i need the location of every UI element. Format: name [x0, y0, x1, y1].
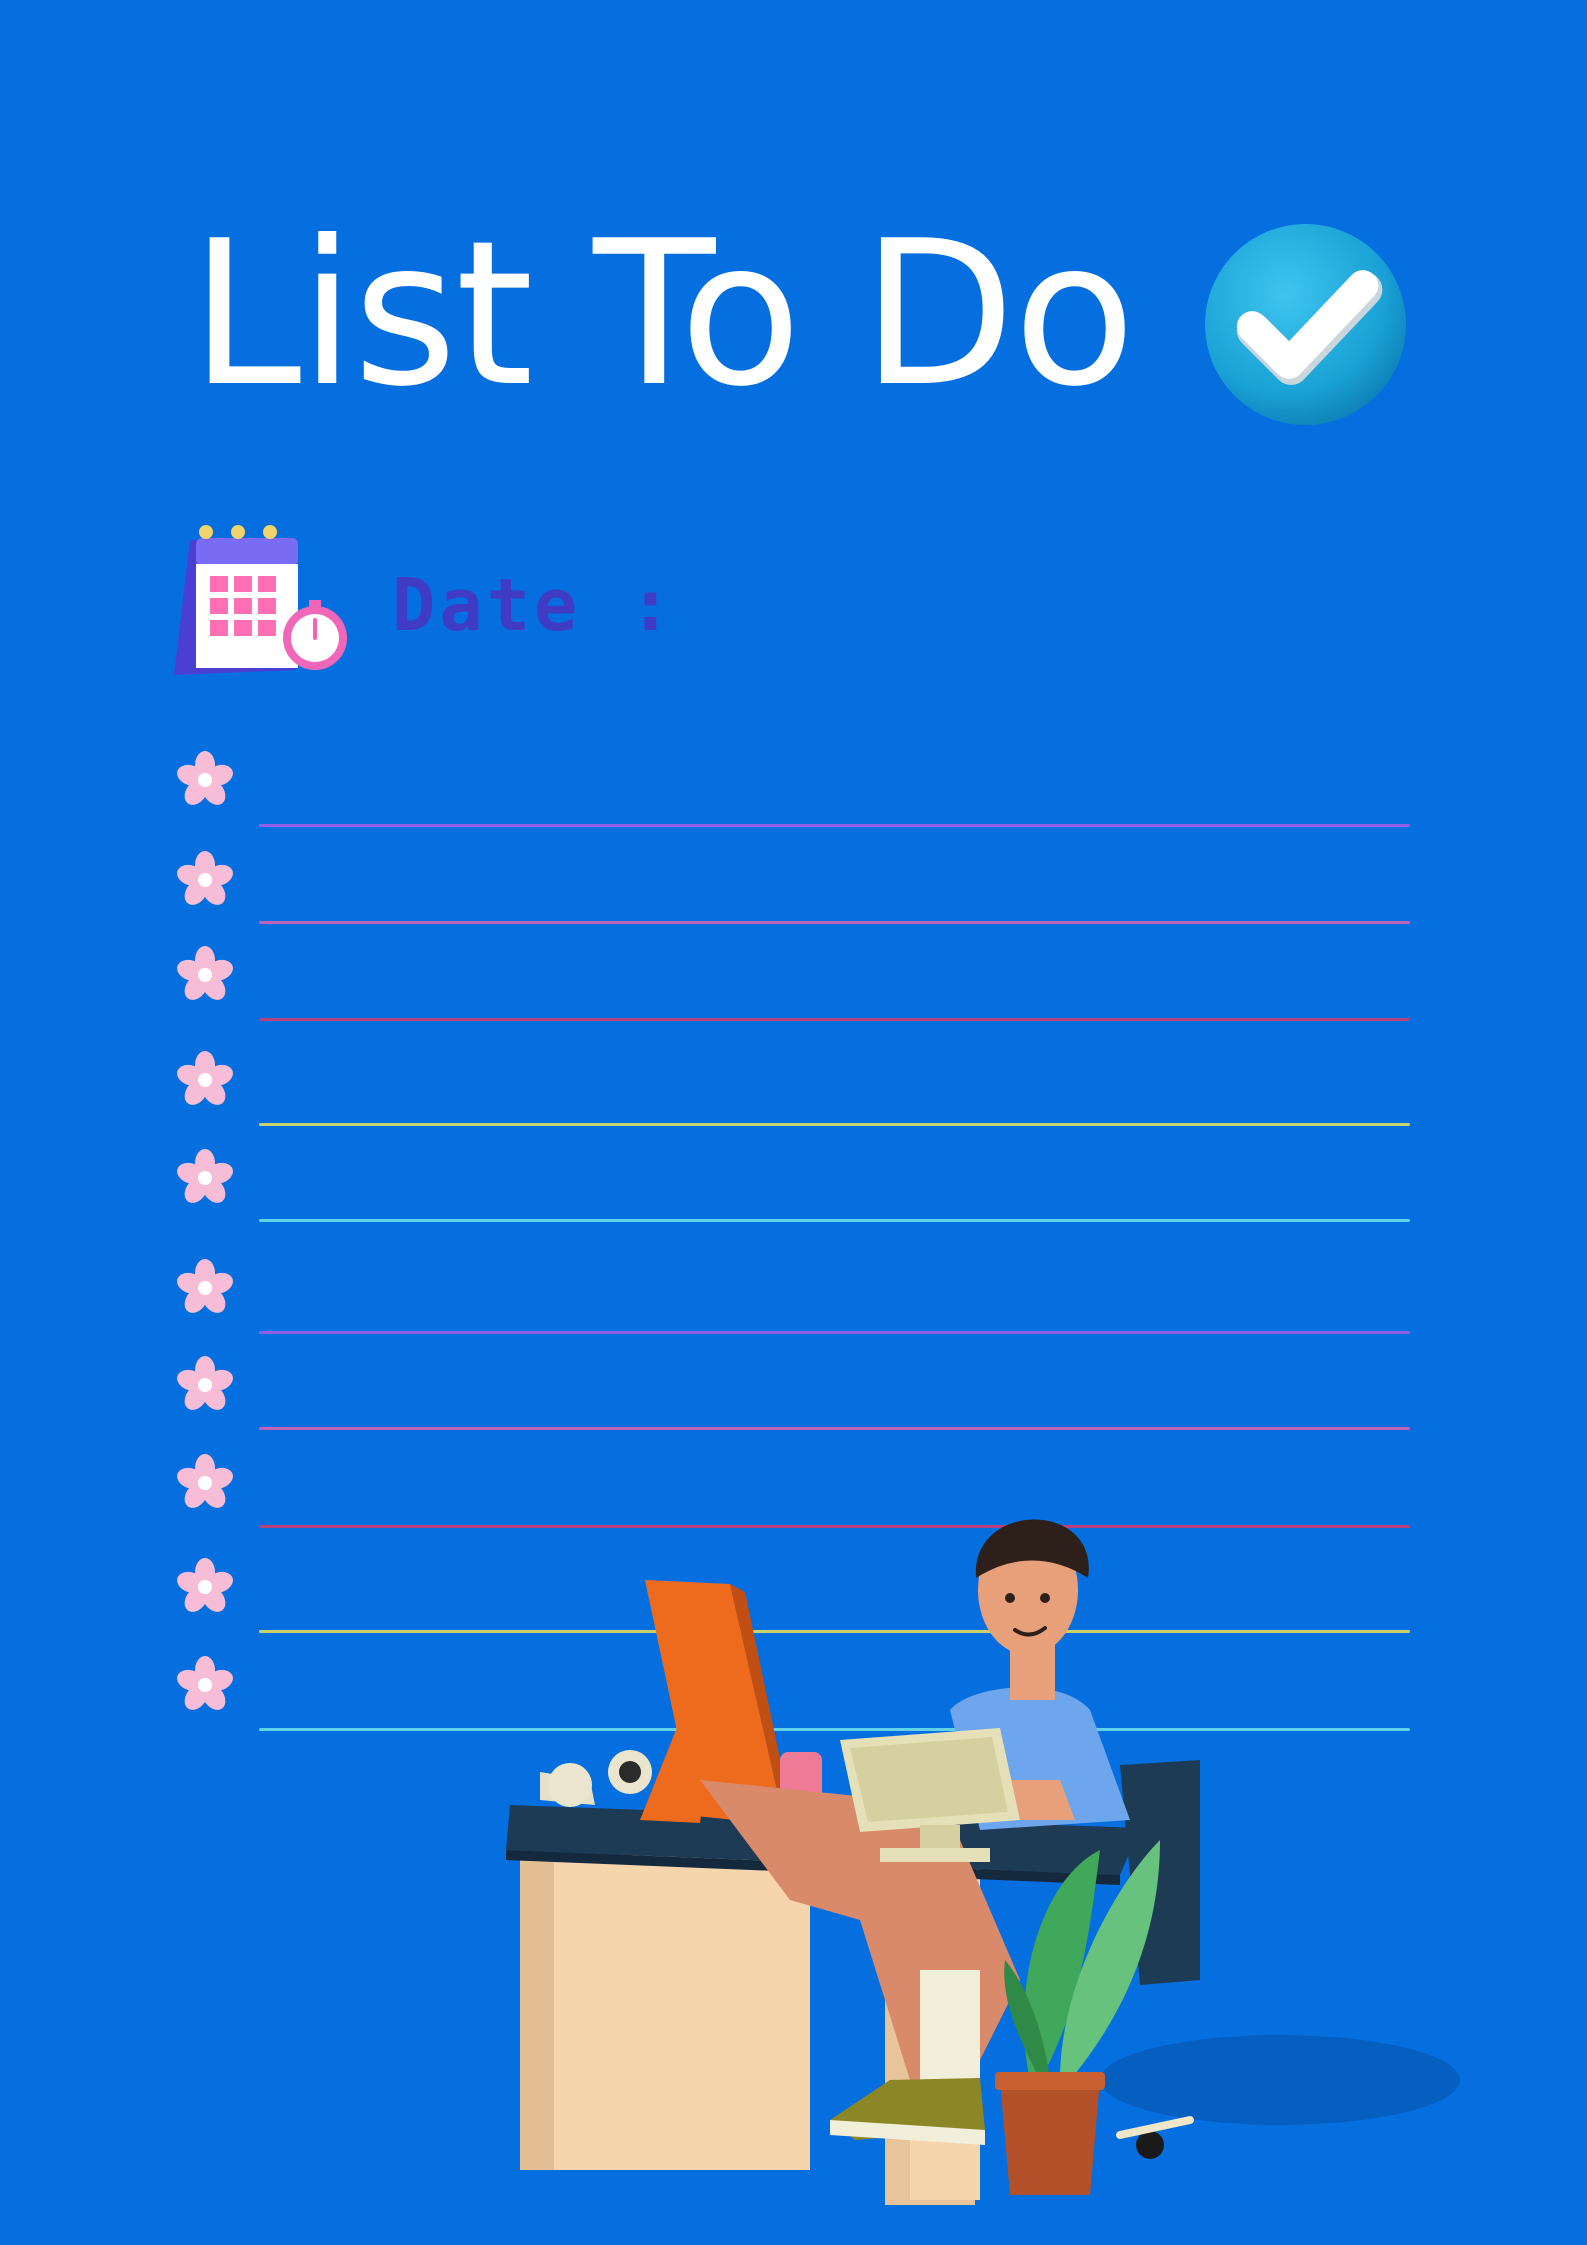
calendar-clock-icon [174, 525, 347, 675]
list-line [259, 824, 1410, 827]
check-icon [1205, 224, 1406, 425]
flower-icon [177, 1051, 233, 1105]
page-title: List To Do [190, 198, 1136, 431]
list-line [259, 921, 1410, 924]
list-item[interactable] [170, 850, 1410, 930]
flower-icon [177, 751, 233, 805]
flower-icon [177, 1259, 233, 1313]
list-item[interactable] [170, 1258, 1410, 1338]
flower-icon [177, 1149, 233, 1203]
todo-page: List To Do Date : [0, 0, 1587, 2245]
flower-icon [177, 1558, 233, 1612]
list-line [259, 1427, 1410, 1430]
person-at-desk-illustration [506, 1519, 1460, 2205]
list-line [259, 1018, 1410, 1021]
flower-icon [177, 1656, 233, 1710]
list-item[interactable] [170, 1050, 1410, 1130]
flower-icon [177, 851, 233, 905]
flower-icon [177, 1356, 233, 1410]
list-line [259, 1331, 1410, 1334]
list-item[interactable] [170, 750, 1410, 830]
list-item[interactable] [170, 1148, 1410, 1228]
flower-icon [177, 1454, 233, 1508]
list-line [259, 1219, 1410, 1222]
date-label: Date : [392, 563, 677, 647]
flower-icon [177, 946, 233, 1000]
list-item[interactable] [170, 1355, 1410, 1435]
list-line [259, 1123, 1410, 1126]
list-item[interactable] [170, 945, 1410, 1025]
